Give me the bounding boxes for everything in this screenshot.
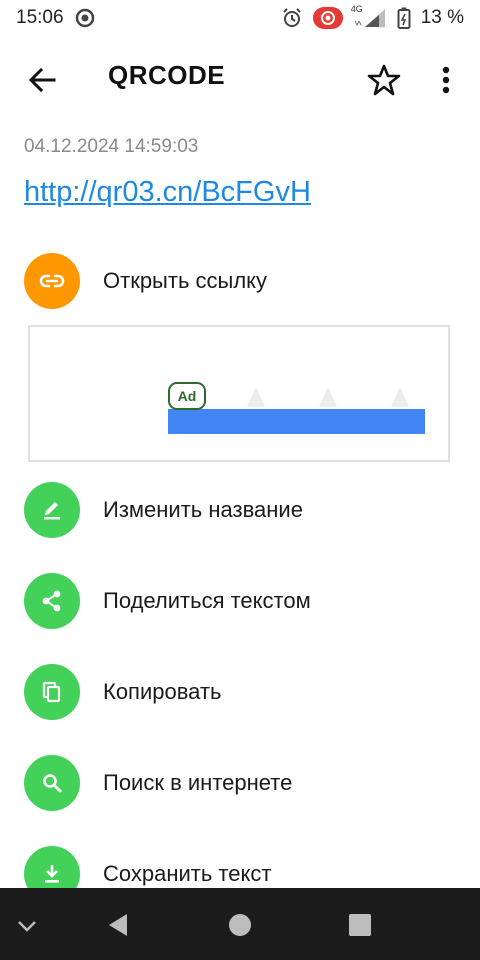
recents-square-icon: [349, 914, 371, 936]
status-right: 4G 13 %: [281, 4, 464, 29]
network-type: 4G: [350, 4, 363, 14]
copy-icon: [42, 681, 61, 703]
star-icon: [367, 64, 401, 96]
nav-recents-button[interactable]: [343, 908, 377, 942]
action-icon-circle: [24, 573, 80, 629]
app-bar: QRCODE: [0, 44, 480, 114]
search-icon: [43, 774, 62, 793]
status-time: 15:06: [16, 7, 64, 28]
share-icon: [42, 590, 61, 612]
action-icon-circle: [24, 664, 80, 720]
home-circle-icon: [229, 914, 251, 936]
scan-timestamp: 04.12.2024 14:59:03: [24, 136, 199, 157]
more-options-button[interactable]: [434, 62, 458, 98]
edit-icon: [44, 502, 60, 520]
scanned-url-link[interactable]: http://qr03.cn/BcFGvH: [24, 176, 311, 209]
action-web-search[interactable]: Поиск в интернете: [0, 751, 480, 815]
nav-collapse-button[interactable]: [10, 908, 44, 942]
back-arrow-icon: [28, 67, 56, 93]
download-icon: [45, 865, 59, 883]
action-icon-circle: [24, 482, 80, 538]
action-open-link[interactable]: Открыть ссылку: [0, 249, 480, 313]
status-left: 15:06: [16, 7, 96, 29]
action-rename[interactable]: Изменить название: [0, 478, 480, 542]
action-label: Поиск в интернете: [103, 770, 293, 795]
battery-percent: 13 %: [420, 7, 464, 28]
action-label: Сохранить текст: [103, 861, 272, 886]
ad-content-bar: [168, 409, 425, 434]
action-share-text[interactable]: Поделиться текстом: [0, 569, 480, 633]
back-button[interactable]: [24, 62, 60, 98]
signal-icon: 4G: [350, 4, 387, 29]
action-copy[interactable]: Копировать: [0, 660, 480, 724]
ad-badge: Ad: [168, 382, 206, 410]
action-label: Открыть ссылку: [103, 268, 268, 293]
action-icon-circle: [24, 755, 80, 811]
battery-icon: [397, 7, 411, 29]
ad-placeholder-shape: [319, 387, 337, 407]
nav-home-button[interactable]: [223, 908, 257, 942]
chevron-down-icon: [18, 921, 36, 932]
more-vert-icon: [442, 66, 450, 94]
ad-banner[interactable]: Ad: [28, 325, 450, 462]
screen-record-icon: [312, 7, 343, 29]
favorite-button[interactable]: [366, 62, 402, 98]
ad-placeholder-shape: [391, 387, 409, 407]
action-icon-circle: [24, 253, 80, 309]
action-label: Изменить название: [103, 497, 303, 522]
target-icon: [74, 7, 96, 29]
link-icon: [39, 274, 65, 288]
alarm-icon: [281, 7, 303, 29]
back-triangle-icon: [109, 914, 127, 936]
system-nav-bar: [0, 888, 480, 960]
action-label: Поделиться текстом: [103, 588, 311, 613]
action-label: Копировать: [103, 679, 222, 704]
status-bar: 15:06 4G 13 %: [0, 0, 480, 36]
ad-placeholder-shape: [247, 387, 265, 407]
page-title: QRCODE: [108, 60, 226, 90]
nav-back-button[interactable]: [101, 908, 135, 942]
